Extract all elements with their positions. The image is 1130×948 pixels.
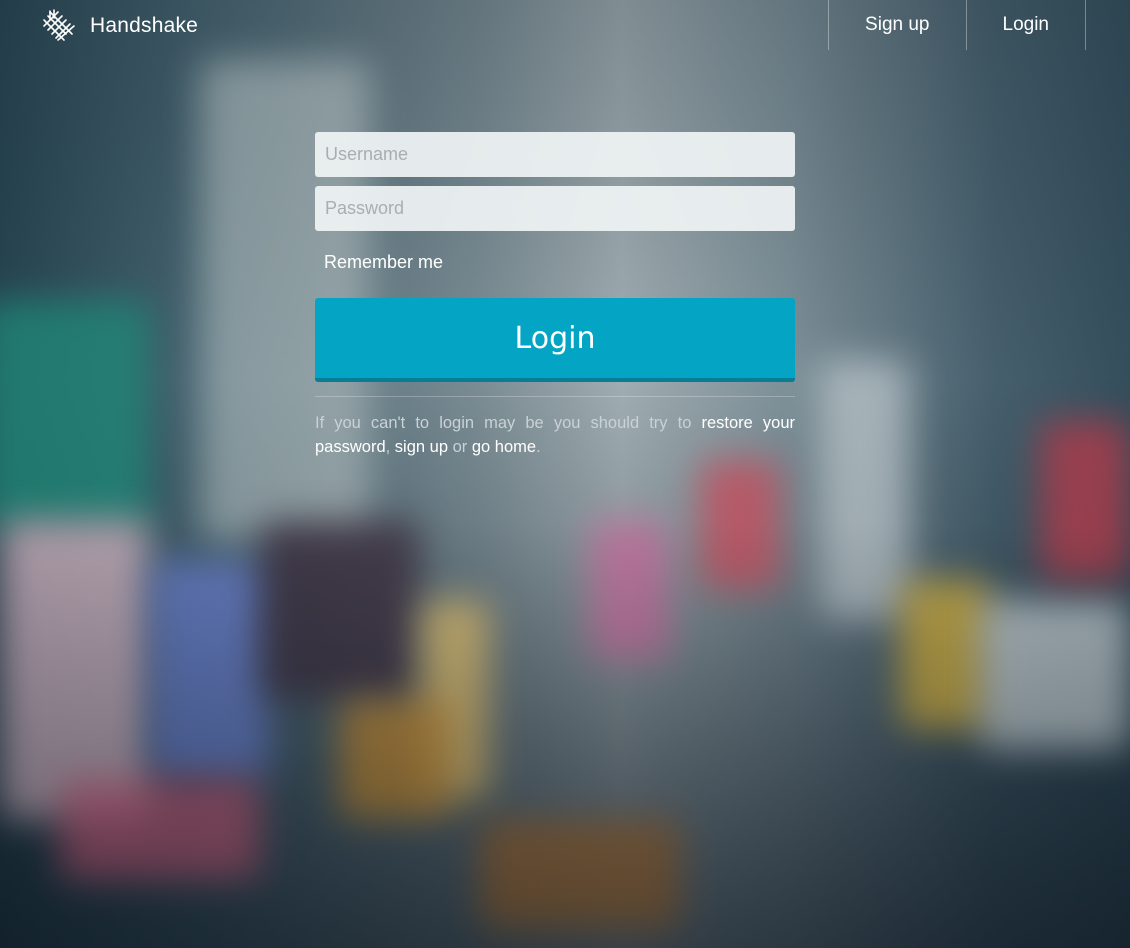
password-input[interactable]: [315, 186, 795, 231]
sign-up-link[interactable]: sign up: [395, 438, 448, 456]
nav-login-link[interactable]: Login: [967, 0, 1086, 50]
help-suffix: .: [536, 438, 541, 456]
login-button[interactable]: Login: [315, 298, 795, 382]
help-text: If you can't to login may be you should …: [315, 411, 795, 459]
go-home-link[interactable]: go home: [472, 438, 536, 456]
help-separator-or: or: [448, 438, 472, 456]
login-button-label: Login: [514, 320, 596, 356]
brand-name: Handshake: [90, 14, 199, 37]
top-navbar: Handshake Sign up Login: [0, 0, 1130, 52]
handshake-logo-icon: [43, 9, 75, 41]
login-form: Remember me Login If you can't to login …: [315, 132, 795, 459]
brand-link[interactable]: Handshake: [40, 8, 198, 44]
remember-me-label: Remember me: [324, 251, 444, 272]
nav-signup-link[interactable]: Sign up: [829, 0, 967, 50]
help-prefix: If you can't to login may be you should …: [315, 414, 702, 432]
help-separator: ,: [385, 438, 395, 456]
remember-me-toggle[interactable]: Remember me: [315, 249, 795, 275]
nav-menu: Sign up Login: [828, 0, 1086, 50]
divider: [315, 396, 795, 397]
username-input[interactable]: [315, 132, 795, 177]
